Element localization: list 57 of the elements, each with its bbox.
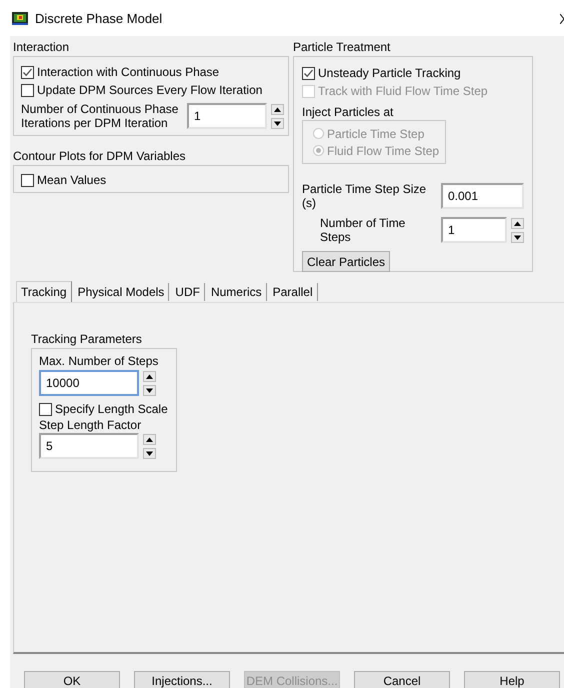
field-label: Number of Continuous Phase Iterations per DPM Iteration xyxy=(21,102,180,130)
tab[interactable]: Physical Models xyxy=(74,283,170,301)
spin-down-button[interactable] xyxy=(143,384,156,396)
group-title: Tracking Parameters xyxy=(31,332,143,346)
spin-down-button[interactable] xyxy=(143,448,156,458)
up-triangle-icon xyxy=(145,372,154,380)
up-triangle-icon xyxy=(273,106,282,112)
radio-label: Fluid Flow Time Step xyxy=(327,144,440,158)
spin-up-button[interactable] xyxy=(271,104,284,114)
number-field[interactable]: 1 xyxy=(187,103,267,129)
dialog-button[interactable]: Cancel xyxy=(354,671,450,688)
field-label: Step Length Factor xyxy=(39,418,142,433)
dialog-button[interactable]: OK xyxy=(24,671,120,688)
up-triangle-icon xyxy=(145,436,154,442)
tab[interactable]: Parallel xyxy=(268,283,318,301)
checkbox-label: Track with Fluid Flow Time Step xyxy=(318,84,488,98)
checkbox[interactable] xyxy=(21,84,34,96)
dialog-button[interactable]: Injections... xyxy=(134,671,230,688)
field-label: Number of Time Steps xyxy=(320,216,406,244)
down-triangle-icon xyxy=(513,234,522,240)
down-triangle-icon xyxy=(273,120,282,126)
group-title: Inject Particles at xyxy=(302,105,394,119)
close-icon[interactable] xyxy=(560,14,564,24)
number-field[interactable]: 5 xyxy=(39,433,139,459)
checkbox-label: Interaction with Continuous Phase xyxy=(37,65,220,79)
number-field[interactable]: 1 xyxy=(441,217,507,243)
clear-particles-button[interactable]: Clear Particles xyxy=(302,251,390,272)
tab[interactable]: UDF xyxy=(171,283,205,301)
spin-up-button[interactable] xyxy=(143,434,156,444)
app-logo-icon xyxy=(12,12,28,24)
group-title: Interaction xyxy=(13,40,70,54)
group-title: Particle Treatment xyxy=(293,40,392,54)
checkbox[interactable] xyxy=(39,402,52,416)
spin-up-button[interactable] xyxy=(511,218,524,228)
spin-up-button[interactable] xyxy=(143,370,156,382)
group-title: Contour Plots for DPM Variables xyxy=(13,149,187,163)
checkbox-label: Specify Length Scale xyxy=(55,402,168,416)
checkbox-label: Unsteady Particle Tracking xyxy=(318,66,461,80)
down-triangle-icon xyxy=(145,386,154,394)
spin-down-button[interactable] xyxy=(511,232,524,242)
checkbox-label: Update DPM Sources Every Flow Iteration xyxy=(37,83,262,97)
checkbox[interactable] xyxy=(21,174,34,186)
checkbox[interactable] xyxy=(302,66,315,80)
tab[interactable]: Numerics xyxy=(206,283,267,301)
field-label: Particle Time Step Size (s) xyxy=(302,182,428,210)
checkbox-label: Mean Values xyxy=(37,173,106,187)
window-title: Discrete Phase Model xyxy=(35,10,162,26)
number-field[interactable]: 10000 xyxy=(39,370,139,396)
tab[interactable]: Tracking xyxy=(16,281,72,302)
down-triangle-icon xyxy=(145,450,154,456)
radio-label: Particle Time Step xyxy=(327,126,424,140)
up-triangle-icon xyxy=(513,220,522,226)
dialog-button[interactable]: Help xyxy=(464,671,560,688)
checkbox[interactable] xyxy=(21,66,34,78)
number-field[interactable]: 0.001 xyxy=(441,183,524,209)
spin-down-button[interactable] xyxy=(271,118,284,128)
field-label: Max. Number of Steps xyxy=(39,354,160,369)
